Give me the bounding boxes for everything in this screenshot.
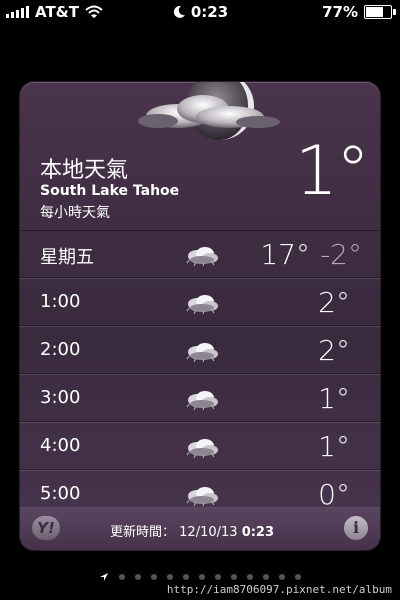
hourly-row: 2:00 2° (20, 326, 380, 374)
hour-temperature: 2° (318, 286, 350, 319)
day-label: 星期五 (40, 247, 94, 268)
cloudy-night-icon (186, 487, 218, 507)
page-indicator[interactable] (0, 571, 400, 583)
location-title: 本地天氣 (40, 158, 129, 183)
location-name: South Lake Tahoe (40, 183, 180, 199)
status-bar: AT&T 0:23 77% (0, 0, 400, 26)
updated-label: 更新時間： (110, 525, 176, 540)
low-temperature: -2° (320, 238, 362, 271)
day-row: 星期五 17° -2° (20, 230, 380, 278)
hour-label: 1:00 (40, 291, 81, 312)
hour-temperature: 1° (318, 382, 350, 415)
page-dot (279, 574, 285, 580)
hour-label: 4:00 (40, 435, 81, 456)
page-dot (231, 574, 237, 580)
page-dot (183, 574, 189, 580)
forecast-list: 星期五 17° -2° 1:00 2° 2:00 2° 3:00 1° 4:00… (20, 230, 380, 518)
battery-group: 77% (322, 3, 396, 21)
hour-label: 5:00 (40, 483, 81, 504)
hourly-row: 1:00 2° (20, 278, 380, 326)
hourly-row: 3:00 1° (20, 374, 380, 422)
hour-temperature: 2° (318, 334, 350, 367)
page-dot (135, 574, 141, 580)
hour-temperature: 1° (318, 430, 350, 463)
page-dot (263, 574, 269, 580)
location-arrow-icon (100, 573, 108, 581)
page-dot (295, 574, 301, 580)
battery-fill (366, 7, 383, 17)
widget-footer: Y! 更新時間： 12/10/13 0:23 i (20, 507, 380, 550)
moon-cloud-icon (138, 82, 280, 140)
page-dot (119, 574, 125, 580)
hour-label: 2:00 (40, 339, 81, 360)
forecast-subtitle: 每小時天氣 (40, 205, 110, 221)
page-dot (167, 574, 173, 580)
battery-icon (364, 5, 396, 19)
page-dot (199, 574, 205, 580)
last-updated: 更新時間： 12/10/13 0:23 (110, 521, 274, 540)
cloudy-night-icon (186, 391, 218, 411)
updated-time: 0:23 (241, 525, 275, 540)
updated-date: 12/10/13 (179, 525, 238, 540)
cloudy-night-icon (186, 343, 218, 363)
page-dot (215, 574, 221, 580)
yahoo-button[interactable]: Y! (32, 516, 60, 540)
cloudy-night-icon (186, 247, 218, 267)
cloudy-night-icon (186, 295, 218, 315)
high-temperature: 17° (260, 238, 310, 271)
weather-widget[interactable]: 本地天氣 South Lake Tahoe 每小時天氣 1° 星期五 17° -… (20, 82, 380, 550)
hour-label: 3:00 (40, 387, 81, 408)
battery-percent: 77% (322, 3, 358, 21)
cloudy-night-icon (186, 439, 218, 459)
info-button[interactable]: i (344, 516, 368, 540)
current-temperature: 1° (294, 132, 370, 211)
status-time: 0:23 (190, 3, 229, 21)
page-dot (151, 574, 157, 580)
widget-header: 本地天氣 South Lake Tahoe 每小時天氣 1° (20, 82, 380, 230)
moon-icon (173, 5, 185, 18)
hourly-row: 4:00 1° (20, 422, 380, 470)
page-dot (247, 574, 253, 580)
watermark-text: http://iam8706097.pixnet.net/album (166, 583, 392, 596)
